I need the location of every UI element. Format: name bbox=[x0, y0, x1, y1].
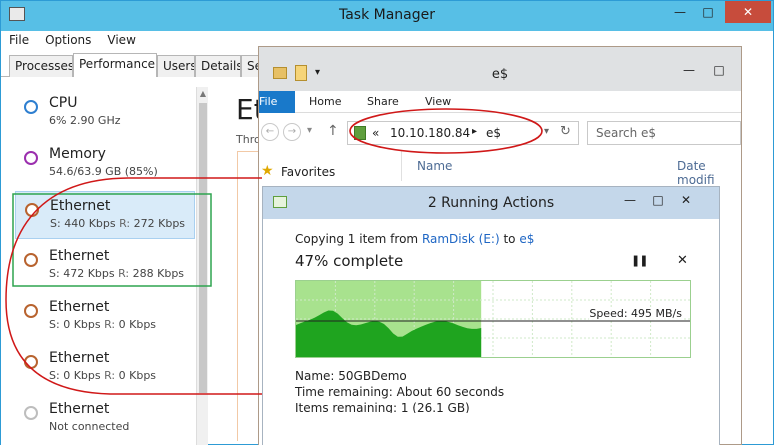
explorer-titlebar[interactable]: ▾ e$ — □ bbox=[259, 47, 741, 91]
memory-status-dot bbox=[24, 151, 38, 165]
ethernet-status-dot bbox=[25, 203, 39, 217]
scroll-up-icon[interactable]: ▲ bbox=[197, 89, 209, 103]
sidebar-item-label: Ethernet bbox=[50, 198, 111, 214]
tab-processes[interactable]: Processes bbox=[9, 55, 73, 77]
sidebar-item-label: Ethernet bbox=[49, 248, 110, 264]
favorites-star-icon: ★ bbox=[261, 163, 274, 179]
ethernet-status-dot bbox=[24, 304, 38, 318]
forward-icon[interactable]: → bbox=[283, 123, 301, 141]
sidebar-item-memory[interactable]: Memory 54.6/63.9 GB (85%) bbox=[15, 140, 195, 188]
address-folder[interactable]: e$ bbox=[486, 126, 501, 140]
ribbon-view-tab[interactable]: View bbox=[425, 95, 451, 108]
tab-users[interactable]: Users bbox=[157, 55, 195, 77]
sidebar-item-ethernet-1[interactable]: Ethernet S: 440 Kbps R: 272 Kbps bbox=[15, 191, 195, 239]
pause-icon[interactable]: ❚❚ bbox=[631, 254, 648, 267]
sidebar-item-label: Memory bbox=[49, 146, 106, 162]
close-icon[interactable]: ✕ bbox=[725, 1, 771, 23]
menu-view[interactable]: View bbox=[99, 31, 143, 47]
sidebar-item-ethernet-3[interactable]: Ethernet S: 0 Kbps R: 0 Kbps bbox=[15, 293, 195, 341]
sidebar-item-label: Ethernet bbox=[49, 350, 110, 366]
performance-sidebar: CPU 6% 2.90 GHz Memory 54.6/63.9 GB (85%… bbox=[1, 77, 196, 445]
item-name-row: Name: 50GBDemo bbox=[295, 369, 407, 383]
sidebar-item-cpu[interactable]: CPU 6% 2.90 GHz bbox=[15, 89, 195, 137]
copy-progress-dialog: 2 Running Actions — □ ✕ Copying 1 item f… bbox=[262, 186, 720, 446]
address-separator: ▸ bbox=[472, 126, 478, 137]
tab-details[interactable]: Details bbox=[195, 55, 241, 77]
column-header-name[interactable]: Name bbox=[417, 159, 452, 173]
search-input[interactable]: Search e$ bbox=[587, 121, 741, 145]
window-title: Task Manager bbox=[338, 7, 436, 23]
sidebar-item-label: Ethernet bbox=[49, 299, 110, 315]
maximize-icon[interactable]: □ bbox=[709, 61, 729, 79]
percent-complete: 47% complete bbox=[295, 252, 404, 270]
tab-strip: Processes Performance Users Details Se bbox=[1, 53, 261, 77]
ribbon-tabs: File Home Share View bbox=[259, 91, 741, 113]
performance-detail-subtitle: Thro bbox=[236, 133, 261, 146]
menu-file[interactable]: File bbox=[1, 31, 37, 47]
sidebar-item-value: S: 472 Kbps R: 288 Kbps bbox=[49, 267, 185, 280]
ribbon-home-tab[interactable]: Home bbox=[309, 95, 341, 108]
maximize-icon[interactable]: □ bbox=[647, 191, 669, 209]
network-drive-icon bbox=[354, 126, 366, 140]
time-remaining-row: Time remaining: About 60 seconds bbox=[295, 385, 505, 399]
sidebar-item-ethernet-4[interactable]: Ethernet S: 0 Kbps R: 0 Kbps bbox=[15, 344, 195, 392]
back-icon[interactable]: ← bbox=[261, 123, 279, 141]
column-divider bbox=[401, 151, 402, 181]
transfer-speed-graph: Speed: 495 MB/s bbox=[295, 280, 691, 358]
ribbon-file-tab[interactable]: File bbox=[259, 91, 295, 113]
cancel-icon[interactable]: ✕ bbox=[677, 253, 688, 268]
menu-options[interactable]: Options bbox=[37, 31, 99, 47]
sidebar-item-label: Ethernet bbox=[49, 401, 110, 417]
sidebar-item-value: 6% 2.90 GHz bbox=[49, 114, 121, 127]
dialog-titlebar[interactable]: 2 Running Actions — □ ✕ bbox=[263, 187, 719, 219]
minimize-icon[interactable]: — bbox=[679, 61, 699, 79]
recent-locations-icon[interactable]: ▾ bbox=[307, 125, 312, 136]
ribbon-share-tab[interactable]: Share bbox=[367, 95, 399, 108]
sidebar-item-ethernet-2[interactable]: Ethernet S: 472 Kbps R: 288 Kbps bbox=[15, 242, 195, 290]
ethernet-status-dot bbox=[24, 355, 38, 369]
items-remaining-row: Items remaining: 1 (26.1 GB) bbox=[295, 401, 470, 413]
address-dropdown-icon[interactable]: ▾ bbox=[544, 126, 549, 137]
sidebar-scrollbar[interactable]: ▲ bbox=[196, 87, 208, 445]
sidebar-item-value: 54.6/63.9 GB (85%) bbox=[49, 165, 158, 178]
item-name-value: 50GBDemo bbox=[338, 369, 407, 383]
copy-description: Copying 1 item from RamDisk (E:) to e$ bbox=[295, 232, 535, 246]
time-remaining-value: About 60 seconds bbox=[396, 385, 505, 399]
sidebar-item-ethernet-5[interactable]: Ethernet Not connected bbox=[15, 395, 195, 443]
minimize-icon[interactable]: — bbox=[619, 191, 641, 209]
up-icon[interactable]: ↑ bbox=[327, 123, 339, 139]
sidebar-item-value: S: 0 Kbps R: 0 Kbps bbox=[49, 369, 157, 382]
explorer-title: e$ bbox=[491, 67, 509, 82]
dialog-body: Copying 1 item from RamDisk (E:) to e$ 4… bbox=[263, 219, 719, 446]
sidebar-item-label: CPU bbox=[49, 95, 78, 111]
maximize-icon[interactable]: □ bbox=[695, 1, 721, 23]
favorites-label[interactable]: Favorites bbox=[281, 165, 335, 179]
ethernet-status-dot bbox=[24, 406, 38, 420]
tab-performance[interactable]: Performance bbox=[73, 53, 157, 77]
address-overflow[interactable]: « bbox=[372, 126, 379, 140]
navigation-bar: ← → ▾ ↑ « 10.10.180.84 ▸ e$ ▾ ↻ Search e… bbox=[259, 113, 741, 151]
sidebar-item-value: S: 440 Kbps R: 272 Kbps bbox=[50, 217, 186, 230]
cpu-status-dot bbox=[24, 100, 38, 114]
source-link[interactable]: RamDisk (E:) bbox=[422, 232, 500, 246]
close-icon[interactable]: ✕ bbox=[675, 191, 697, 209]
destination-link[interactable]: e$ bbox=[519, 232, 534, 246]
column-header-date[interactable]: Date modifi bbox=[677, 159, 741, 187]
minimize-icon[interactable]: — bbox=[667, 1, 693, 23]
address-host[interactable]: 10.10.180.84 bbox=[390, 126, 470, 140]
sidebar-item-value: Not connected bbox=[49, 420, 130, 433]
scrollbar-thumb[interactable] bbox=[199, 103, 207, 393]
task-manager-titlebar[interactable]: Task Manager — □ ✕ bbox=[1, 1, 773, 31]
address-bar[interactable]: « 10.10.180.84 ▸ e$ ▾ ↻ bbox=[347, 121, 579, 145]
refresh-icon[interactable]: ↻ bbox=[560, 124, 571, 139]
items-remaining-value: 1 (26.1 GB) bbox=[400, 401, 470, 413]
sidebar-item-value: S: 0 Kbps R: 0 Kbps bbox=[49, 318, 157, 331]
ethernet-status-dot bbox=[24, 253, 38, 267]
speed-readout: Speed: 495 MB/s bbox=[589, 307, 682, 320]
